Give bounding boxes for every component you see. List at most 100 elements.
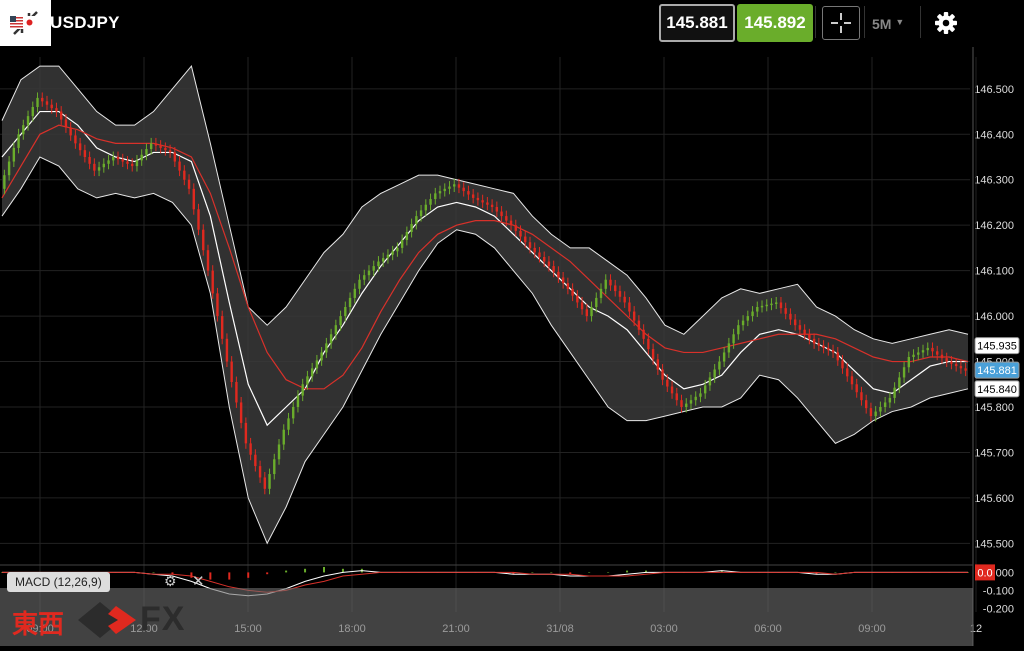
candle-body [661, 369, 664, 380]
candle-body [381, 258, 385, 262]
candle-body [604, 279, 607, 289]
candle-body [438, 191, 442, 194]
y-tick-label: 146.200 [974, 220, 1014, 232]
candle-body [547, 261, 551, 267]
candle-body [296, 395, 300, 407]
candle-body [287, 418, 290, 430]
candle-body [310, 368, 314, 377]
candle-body [277, 444, 281, 460]
candle-body [41, 97, 44, 102]
candle-body [874, 411, 877, 417]
candle-body [883, 402, 887, 407]
candle-body [628, 302, 631, 312]
candle-body [377, 261, 380, 267]
candle-body [268, 474, 271, 489]
crosshair-icon [831, 13, 851, 33]
candle-body [363, 275, 366, 280]
candle-body [31, 107, 34, 117]
candle-body [97, 167, 101, 171]
candle-body [831, 350, 835, 353]
candle-body [926, 347, 929, 351]
candle-body [164, 147, 167, 151]
candle-body [779, 302, 783, 309]
candle-body [576, 295, 579, 303]
candle-body [703, 385, 707, 394]
candle-body [775, 302, 778, 304]
y-tick-label: 145.500 [974, 538, 1014, 550]
settings-button[interactable] [930, 6, 962, 38]
candle-body [789, 313, 792, 320]
macd-histogram-bar [266, 572, 269, 575]
candle-body [400, 239, 404, 248]
candle-body [126, 161, 129, 164]
candle-body [936, 351, 939, 355]
candle-body [55, 108, 58, 112]
candle-body [453, 184, 456, 187]
candle-body [727, 343, 731, 353]
candle-body [666, 379, 669, 387]
crosshair-button[interactable] [822, 6, 860, 40]
symbol-title[interactable]: USDJPY [50, 13, 120, 33]
timeframe-label: 5M [872, 16, 892, 32]
candle-body [415, 216, 418, 225]
macd-indicator-label[interactable]: MACD (12,26,9) [7, 572, 110, 592]
candle-body [334, 325, 338, 335]
price-badge-label: 145.881 [977, 365, 1017, 377]
candle-body [244, 422, 248, 444]
candle-body [429, 199, 432, 205]
candle-body [902, 367, 906, 378]
candle-body [258, 466, 262, 478]
candle-body [367, 270, 371, 276]
candle-body [391, 251, 394, 255]
candle-body [760, 305, 764, 308]
candle-body [945, 358, 948, 362]
candle-body [699, 393, 702, 397]
macd-histogram-bar [152, 572, 155, 573]
us-jp-flag-icon [10, 16, 36, 29]
candle-body [102, 163, 106, 168]
candle-body [405, 232, 409, 240]
candle-body [836, 352, 839, 361]
candle-body [320, 352, 323, 361]
candle-body [192, 188, 195, 210]
candle-body [959, 366, 963, 369]
candle-body [26, 116, 30, 126]
candle-body [145, 149, 148, 155]
y-tick-label: 146.500 [974, 84, 1014, 96]
divider [815, 6, 816, 38]
candle-body [808, 334, 811, 339]
candle-body [737, 325, 740, 335]
candle-body [642, 329, 645, 339]
candle-body [888, 397, 892, 403]
gear-icon [935, 12, 957, 34]
candle-body [135, 160, 139, 167]
candle-body [557, 271, 560, 278]
candle-body [798, 325, 802, 330]
candle-body [538, 252, 541, 257]
candle-body [486, 202, 489, 205]
candle-body [954, 363, 958, 367]
candle-body [509, 220, 513, 226]
candle-body [64, 119, 68, 128]
chart-area[interactable]: 146.500 146.400 146.300 146.200 146.100 146.0… [0, 47, 1024, 646]
candle-body [670, 386, 674, 394]
macd-remove-icon[interactable]: ✕ [192, 572, 205, 590]
candle-body [595, 297, 598, 307]
candle-body [12, 147, 16, 162]
macd-histogram-bar [550, 572, 553, 573]
top-bar: USDJPY 145.881 145.892 5M ▼ [0, 0, 1024, 47]
candle-body [618, 291, 622, 297]
macd-histogram-bar [626, 570, 629, 573]
timeframe-dropdown[interactable]: 5M ▼ [872, 6, 914, 38]
ask-price-button[interactable]: 145.892 [737, 4, 813, 42]
macd-settings-icon[interactable]: ⚙ [164, 573, 177, 590]
candle-body [154, 143, 158, 146]
candle-body [505, 216, 508, 221]
price-chart[interactable]: 146.500 146.400 146.300 146.200 146.100 146.0… [0, 47, 1024, 646]
candle-body [443, 188, 446, 192]
y-tick-label: 145.800 [974, 402, 1014, 414]
y-tick-label: 146.400 [974, 129, 1014, 141]
candle-body [751, 311, 754, 317]
bid-price-button[interactable]: 145.881 [659, 4, 735, 42]
candle-body [841, 360, 844, 369]
